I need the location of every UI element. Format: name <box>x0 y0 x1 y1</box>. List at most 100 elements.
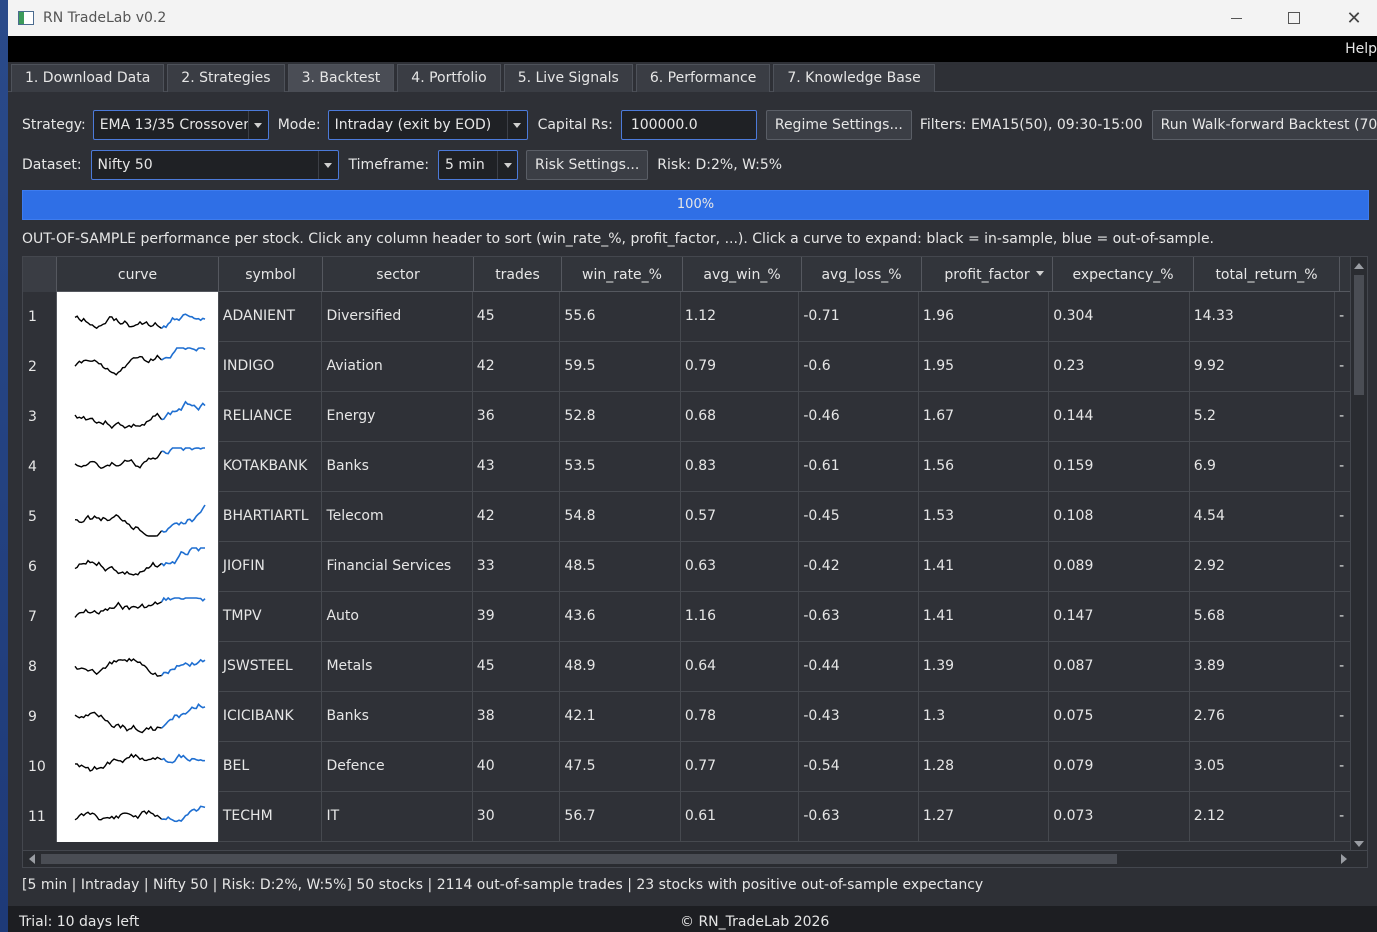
next-column-cell: - <box>1335 392 1352 442</box>
row-number[interactable]: 9 <box>23 692 57 742</box>
table-row[interactable]: 4 KOTAKBANK Banks 43 53.5 0.83 -0.61 1.56 0.159 6… <box>23 442 1352 492</box>
table-row[interactable]: 3 RELIANCE Energy 36 52.8 0.68 -0.46 1.67 0.144 5… <box>23 392 1352 442</box>
equity-curve-thumbnail[interactable] <box>57 642 219 692</box>
column-header-avg-loss[interactable]: avg_loss_% <box>802 257 922 292</box>
tab-knowledge-base[interactable]: 7. Knowledge Base <box>773 64 935 92</box>
timeframe-select[interactable]: 5 min <box>438 150 519 180</box>
curve-cell[interactable] <box>56 792 219 842</box>
curve-cell[interactable] <box>56 342 219 392</box>
close-button[interactable]: ✕ <box>1331 0 1377 36</box>
out-of-sample-curve <box>161 447 205 455</box>
equity-curve-thumbnail[interactable] <box>57 392 219 442</box>
equity-curve-thumbnail[interactable] <box>57 742 219 792</box>
row-number[interactable]: 6 <box>23 542 57 592</box>
equity-curve-thumbnail[interactable] <box>57 292 219 342</box>
out-of-sample-curve <box>161 504 206 533</box>
row-number[interactable]: 1 <box>23 292 57 342</box>
column-header-avg-win[interactable]: avg_win_% <box>683 257 802 292</box>
equity-curve-thumbnail[interactable] <box>57 542 219 592</box>
scroll-left-icon[interactable] <box>29 854 35 864</box>
column-header-win-rate[interactable]: win_rate_% <box>562 257 683 292</box>
row-number[interactable]: 10 <box>23 742 57 792</box>
table-row[interactable]: 11 TECHM IT 30 56.7 0.61 -0.63 1.27 0.073 2.12- <box>23 792 1352 842</box>
row-number[interactable]: 8 <box>23 642 57 692</box>
table-row[interactable]: 6 JIOFIN Financial Services 33 48.5 0.63 -0.42… <box>23 542 1352 592</box>
minimize-button[interactable] <box>1213 0 1259 36</box>
column-header-profit-factor[interactable]: profit_factor <box>922 257 1053 292</box>
column-header-trades[interactable]: trades <box>474 257 562 292</box>
in-sample-curve <box>74 315 162 330</box>
column-header-total-return[interactable]: total_return_% <box>1194 257 1340 292</box>
tab-backtest[interactable]: 3. Backtest <box>287 64 395 92</box>
symbol-cell: JSWSTEEL <box>219 642 323 692</box>
equity-curve-thumbnail[interactable] <box>57 342 219 392</box>
expectancy-cell: 0.087 <box>1049 642 1190 692</box>
equity-curve-thumbnail[interactable] <box>57 692 219 742</box>
curve-cell[interactable] <box>56 592 219 642</box>
menu-help[interactable]: Help <box>1345 41 1377 57</box>
profit-factor-cell: 1.67 <box>919 392 1050 442</box>
curve-cell[interactable] <box>56 492 219 542</box>
table-corner[interactable] <box>23 257 57 292</box>
sort-descending-icon <box>1036 271 1044 276</box>
avg-loss-cell: -0.61 <box>799 442 919 492</box>
equity-curve-thumbnail[interactable] <box>57 792 219 842</box>
tab-live-signals[interactable]: 5. Live Signals <box>503 64 633 92</box>
column-header-sector[interactable]: sector <box>323 257 474 292</box>
curve-cell[interactable] <box>56 392 219 442</box>
curve-cell[interactable] <box>56 642 219 692</box>
controls-row-1: Strategy: EMA 13/35 Crossover Mode: Intr… <box>22 110 1377 140</box>
table-row[interactable]: 1 ADANIENT Diversified 45 55.6 1.12 -0.71 1.96 0… <box>23 292 1352 342</box>
column-header-symbol[interactable]: symbol <box>219 257 323 292</box>
scroll-down-icon[interactable] <box>1354 841 1364 847</box>
row-number[interactable]: 5 <box>23 492 57 542</box>
vertical-scroll-thumb[interactable] <box>1354 275 1364 395</box>
strategy-select[interactable]: EMA 13/35 Crossover <box>92 110 269 140</box>
equity-curve-thumbnail[interactable] <box>57 492 219 542</box>
row-number[interactable]: 11 <box>23 792 57 842</box>
tab-portfolio[interactable]: 4. Portfolio <box>397 64 501 92</box>
curve-cell[interactable] <box>56 692 219 742</box>
table-row[interactable]: 9 ICICIBANK Banks 38 42.1 0.78 -0.43 1.3 0.075 2.… <box>23 692 1352 742</box>
scroll-right-icon[interactable] <box>1341 854 1347 864</box>
risk-settings-button[interactable]: Risk Settings... <box>526 150 649 180</box>
column-header-curve[interactable]: curve <box>57 257 219 292</box>
vertical-scrollbar[interactable] <box>1350 257 1367 851</box>
curve-cell[interactable] <box>56 742 219 792</box>
tab-strategies[interactable]: 2. Strategies <box>167 64 285 92</box>
row-number[interactable]: 4 <box>23 442 57 492</box>
dataset-select[interactable]: Nifty 50 <box>90 150 339 180</box>
total-return-cell: 3.89 <box>1190 642 1336 692</box>
win-rate-cell: 47.5 <box>560 742 681 792</box>
curve-cell[interactable] <box>56 442 219 492</box>
table-row[interactable]: 7 TMPV Auto 39 43.6 1.16 -0.63 1.41 0.147 5.68- <box>23 592 1352 642</box>
next-column-cell: - <box>1335 492 1352 542</box>
mode-select[interactable]: Intraday (exit by EOD) <box>327 110 528 140</box>
equity-curve-thumbnail[interactable] <box>57 442 219 492</box>
table-row[interactable]: 2 INDIGO Aviation 42 59.5 0.79 -0.6 1.95 0.23 9.9… <box>23 342 1352 392</box>
avg-loss-cell: -0.71 <box>799 292 919 342</box>
scroll-up-icon[interactable] <box>1354 263 1364 269</box>
row-number[interactable]: 3 <box>23 392 57 442</box>
in-sample-curve <box>74 753 162 772</box>
symbol-cell: JIOFIN <box>219 542 323 592</box>
horizontal-scroll-thumb[interactable] <box>41 854 1117 864</box>
run-backtest-button[interactable]: Run Walk-forward Backtest (70/30) <box>1151 110 1377 140</box>
table-row[interactable]: 5 BHARTIARTL Telecom 42 54.8 0.57 -0.45 1.53 0.1… <box>23 492 1352 542</box>
regime-settings-button[interactable]: Regime Settings... <box>765 110 912 140</box>
column-header-expectancy[interactable]: expectancy_% <box>1053 257 1194 292</box>
strategy-label: Strategy: <box>22 117 86 133</box>
equity-curve-thumbnail[interactable] <box>57 592 219 642</box>
row-number[interactable]: 7 <box>23 592 57 642</box>
window-title: RN TradeLab v0.2 <box>43 10 167 26</box>
tab-download-data[interactable]: 1. Download Data <box>11 64 165 92</box>
maximize-button[interactable] <box>1271 0 1317 36</box>
tab-performance[interactable]: 6. Performance <box>635 64 771 92</box>
curve-cell[interactable] <box>56 542 219 592</box>
table-row[interactable]: 10 BEL Defence 40 47.5 0.77 -0.54 1.28 0.079 3.05… <box>23 742 1352 792</box>
capital-input[interactable]: 100000.0 <box>620 110 757 140</box>
horizontal-scrollbar[interactable] <box>23 850 1367 867</box>
table-row[interactable]: 8 JSWSTEEL Metals 45 48.9 0.64 -0.44 1.39 0.087 3… <box>23 642 1352 692</box>
row-number[interactable]: 2 <box>23 342 57 392</box>
curve-cell[interactable] <box>56 292 219 342</box>
